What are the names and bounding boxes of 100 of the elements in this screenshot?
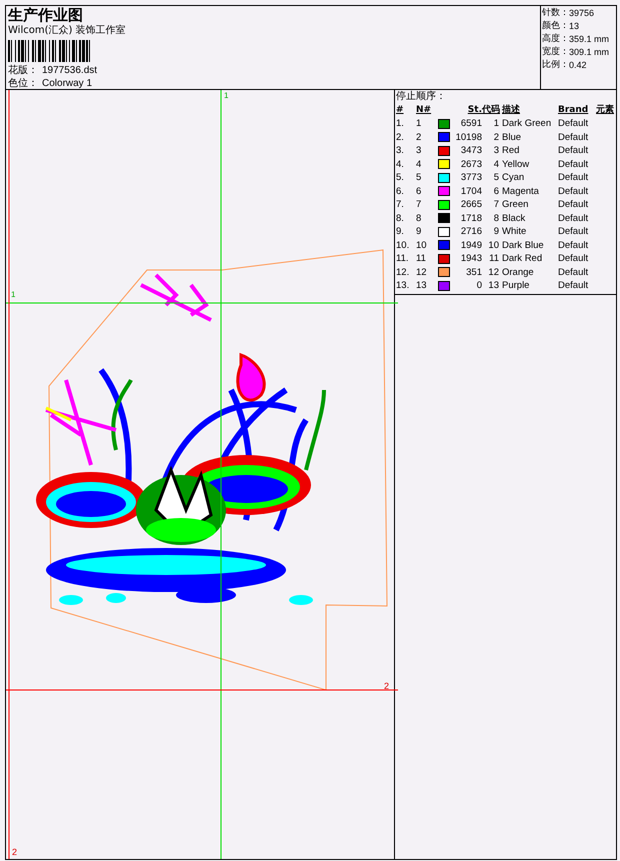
axis-marker: 2 — [12, 846, 18, 859]
column-header: # — [396, 104, 405, 117]
row-index: 5. — [396, 171, 405, 184]
stat-value: 39756 — [569, 7, 594, 20]
color-code: 10 — [487, 238, 500, 252]
stat-label: 颜色： — [542, 20, 569, 33]
thread-brand: Default — [558, 198, 590, 212]
row-index: 9. — [396, 225, 405, 238]
color-description: Blue — [502, 130, 522, 144]
needle-number: 6 — [416, 184, 422, 198]
color-code: 2 — [492, 130, 500, 144]
stitch-count: 10198 — [454, 130, 482, 144]
stat-label: 针数： — [542, 7, 569, 20]
stitch-count: 2673 — [460, 158, 482, 171]
color-description: Purple — [502, 279, 530, 292]
column-header: St. — [466, 105, 482, 117]
sheet-title: 生产作业图 — [8, 6, 84, 24]
color-description: Yellow — [502, 158, 530, 171]
needle-number: 12 — [416, 266, 428, 279]
needle-number: 13 — [416, 279, 428, 292]
row-index: 7. — [396, 198, 405, 212]
thread-brand: Default — [558, 266, 590, 279]
needle-number: 10 — [416, 238, 428, 252]
color-code: 12 — [487, 266, 500, 279]
axis-marker: 1 — [11, 290, 16, 300]
needle-number: 9 — [416, 225, 422, 238]
color-code: 4 — [492, 158, 500, 171]
row-index: 4. — [396, 158, 405, 171]
color-code: 9 — [492, 225, 500, 238]
column-header: N# — [416, 104, 432, 117]
column-header: 代码 — [482, 104, 501, 117]
needle-number: 11 — [416, 252, 427, 266]
colorway-label: 色位： — [8, 77, 38, 90]
stat-value: 0.42 — [569, 59, 587, 72]
needle-number: 1 — [416, 117, 422, 130]
axis-marker: 1 — [224, 90, 228, 102]
color-code: 5 — [492, 171, 500, 184]
column-header: 元素 — [596, 103, 615, 117]
color-code: 6 — [492, 184, 500, 198]
stitch-count: 1704 — [460, 184, 482, 198]
color-description: Dark Green — [502, 117, 552, 130]
column-header: 描述 — [502, 103, 521, 117]
design-file-value: 1977536.dst — [42, 64, 98, 77]
thread-brand: Default — [558, 225, 590, 238]
stitch-count: 2716 — [460, 225, 482, 238]
studio-name: Wilcom(汇众) 装饰工作室 — [8, 24, 127, 38]
stat-label: 宽度： — [542, 46, 569, 59]
row-index: 13. — [396, 279, 410, 292]
stat-label: 高度： — [542, 33, 569, 46]
row-index: 6. — [396, 184, 405, 198]
color-code: 11 — [488, 252, 500, 266]
stitch-count: 351 — [465, 266, 482, 279]
colorway-value: Colorway 1 — [42, 77, 92, 90]
stat-label: 比例： — [542, 59, 569, 72]
stitch-count: 1718 — [460, 212, 482, 225]
thread-brand: Default — [558, 238, 590, 252]
color-description: Red — [502, 144, 520, 158]
color-description: White — [502, 225, 528, 238]
row-index: 8. — [396, 212, 405, 225]
stop-sequence-title: 停止顺序： — [396, 90, 447, 103]
stat-value: 13 — [569, 20, 580, 33]
color-code: 13 — [487, 279, 500, 292]
stat-value: 309.1 mm — [569, 46, 610, 59]
needle-number: 3 — [416, 144, 422, 158]
color-description: Green — [502, 198, 530, 212]
color-code: 1 — [492, 117, 500, 130]
needle-number: 7 — [416, 198, 422, 212]
needle-number: 8 — [416, 212, 422, 225]
thread-brand: Default — [558, 158, 590, 171]
row-index: 2. — [396, 130, 405, 144]
color-description: Orange — [502, 266, 535, 279]
row-index: 11. — [396, 252, 410, 266]
row-index: 10. — [396, 238, 410, 252]
stat-value: 359.1 mm — [569, 33, 610, 46]
axis-marker: 2 — [384, 680, 390, 693]
color-description: Cyan — [502, 171, 526, 184]
needle-number: 4 — [416, 158, 422, 171]
color-description: Dark Red — [502, 252, 544, 266]
color-code: 7 — [492, 198, 500, 212]
barcode-icon — [8, 40, 92, 62]
stitch-count: 0 — [476, 279, 482, 292]
stitch-count: 3473 — [460, 144, 482, 158]
row-index: 12. — [396, 266, 410, 279]
column-header: Brand — [558, 104, 590, 117]
needle-number: 5 — [416, 171, 422, 184]
stitch-count: 3773 — [460, 171, 482, 184]
stitch-count: 2665 — [460, 198, 482, 212]
row-index: 1. — [396, 117, 405, 130]
thread-brand: Default — [558, 252, 590, 266]
stitch-count: 1943 — [460, 252, 482, 266]
needle-number: 2 — [416, 130, 422, 144]
color-description: Magenta — [502, 184, 540, 198]
stitch-count: 6591 — [460, 117, 482, 130]
color-code: 8 — [492, 212, 500, 225]
thread-brand: Default — [558, 279, 590, 292]
color-description: Black — [502, 212, 526, 225]
thread-brand: Default — [558, 184, 590, 198]
color-code: 3 — [492, 144, 500, 158]
thread-brand: Default — [558, 144, 590, 158]
thread-brand: Default — [558, 212, 590, 225]
